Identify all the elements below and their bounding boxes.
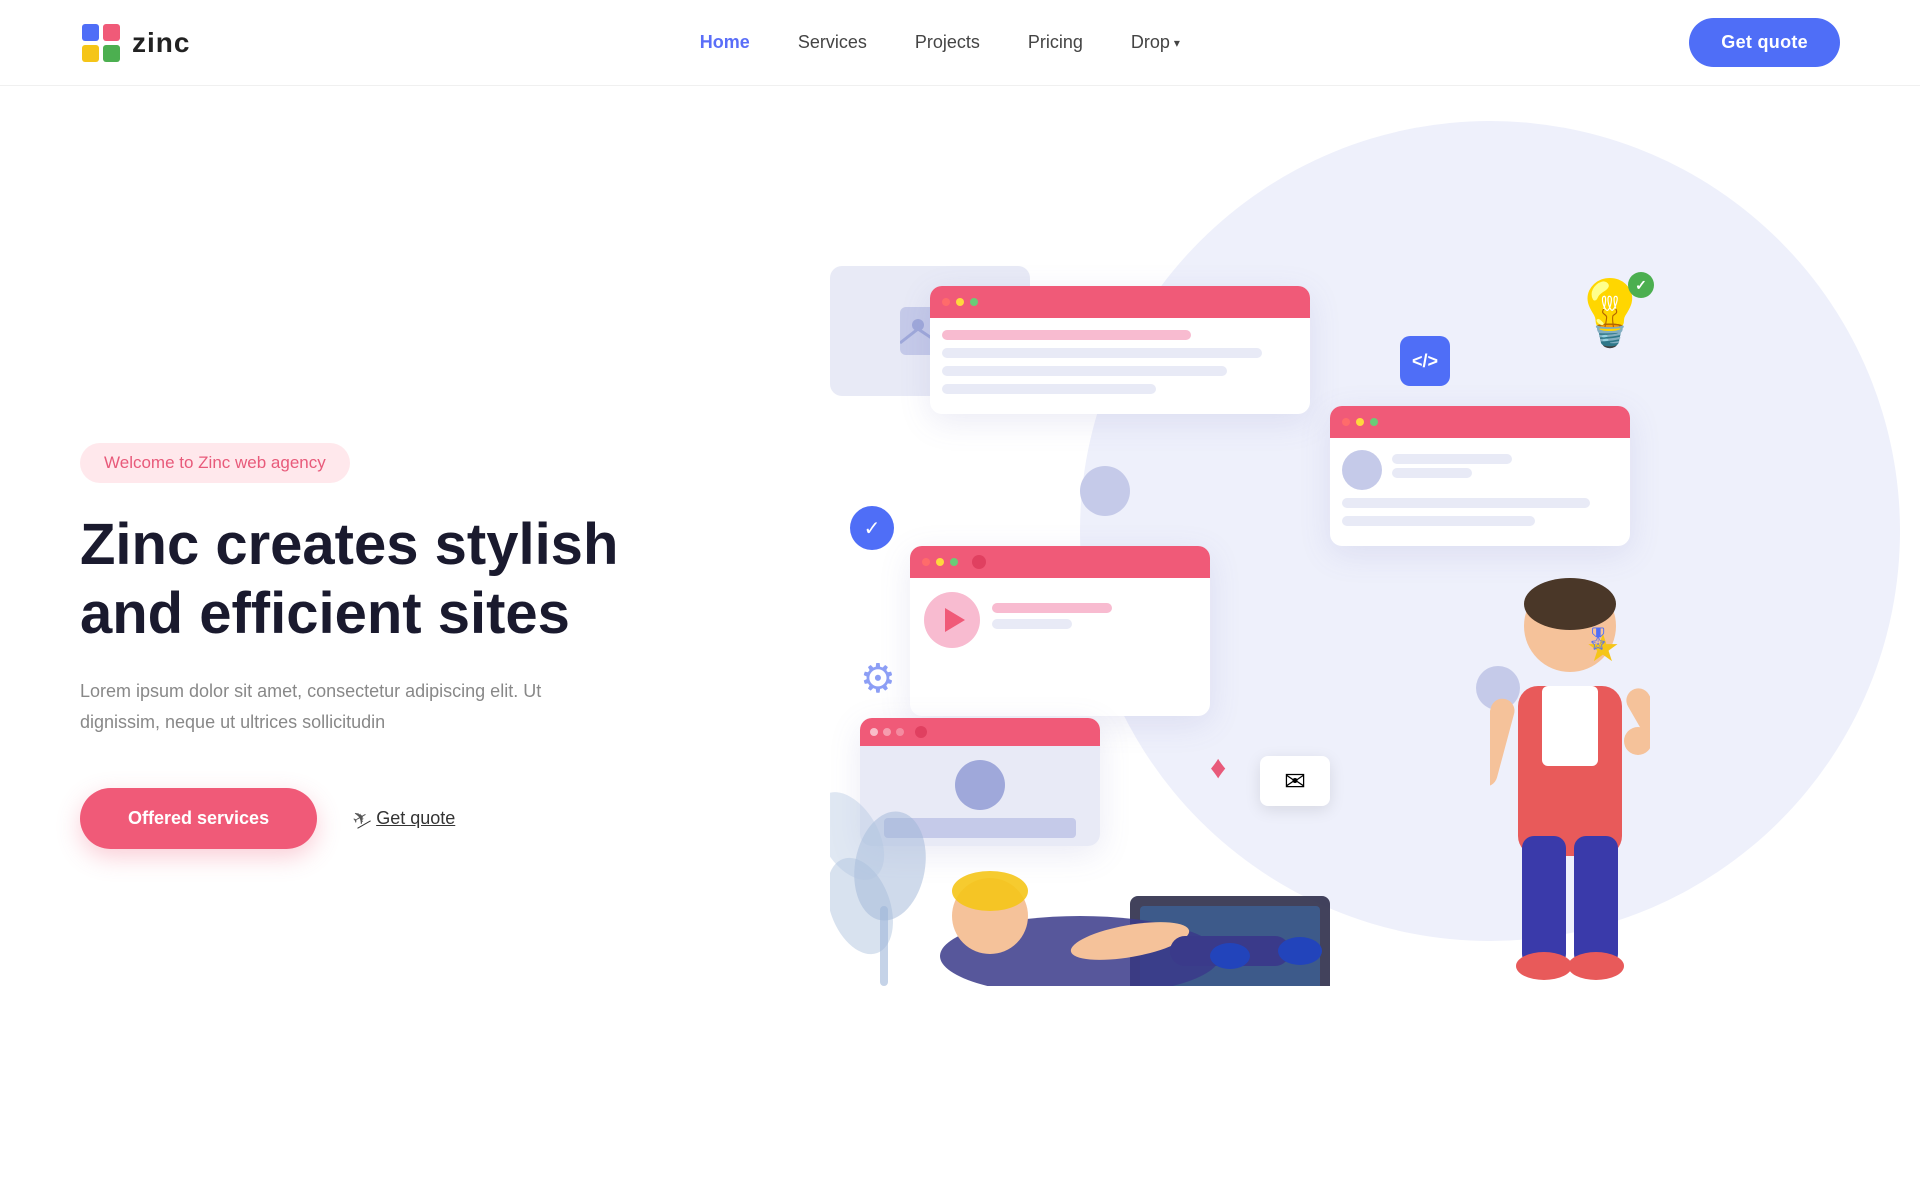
nav-link-pricing[interactable]: Pricing <box>1028 32 1083 52</box>
nav-item-services[interactable]: Services <box>798 32 867 53</box>
nav-link-projects[interactable]: Projects <box>915 32 980 52</box>
nav-link-services[interactable]: Services <box>798 32 867 52</box>
browser-card-secondary <box>1330 406 1630 546</box>
nav-item-projects[interactable]: Projects <box>915 32 980 53</box>
illustration: ✓ </> ⚙ ★ 🎖 ♦ 💡 ✓ ✉ <box>830 266 1650 986</box>
hero-left: Welcome to Zinc web agency Zinc creates … <box>80 403 640 848</box>
logo[interactable]: zinc <box>80 22 190 64</box>
get-quote-nav-button[interactable]: Get quote <box>1689 18 1840 67</box>
hero-right: ✓ </> ⚙ ★ 🎖 ♦ 💡 ✓ ✉ <box>640 201 1840 1051</box>
browser-card-video <box>910 546 1210 716</box>
award-icon: 🎖 <box>1584 626 1612 652</box>
bulb-check-icon: ✓ <box>1628 272 1654 298</box>
chevron-down-icon: ▾ <box>1174 36 1180 50</box>
offered-services-button[interactable]: Offered services <box>80 788 317 849</box>
hero-title-line2: and efficient sites <box>80 581 570 646</box>
nav-link-drop: Drop <box>1131 32 1170 53</box>
blue-check-badge: ✓ <box>850 506 894 550</box>
logo-icon <box>80 22 122 64</box>
email-float: ✉ <box>1260 756 1330 806</box>
browser-card-main <box>930 286 1310 414</box>
bulb-container: 💡 ✓ <box>1570 276 1650 351</box>
person-standing-illustration <box>1490 566 1650 986</box>
hero-title: Zinc creates stylish and efficient sites <box>80 511 640 648</box>
logo-text: zinc <box>132 27 190 59</box>
send-icon: ✈ <box>349 805 373 831</box>
nav-item-drop[interactable]: Drop ▾ <box>1131 32 1180 53</box>
avatar-circle-1 <box>1080 466 1130 516</box>
nav-links: Home Services Projects Pricing Drop ▾ <box>700 32 1180 53</box>
nav-item-pricing[interactable]: Pricing <box>1028 32 1083 53</box>
hero-actions: Offered services ✈ Get quote <box>80 788 640 849</box>
hero-badge: Welcome to Zinc web agency <box>80 443 350 483</box>
hero-title-line1: Zinc creates stylish <box>80 512 618 577</box>
nav-link-home[interactable]: Home <box>700 32 750 52</box>
get-quote-link-label: Get quote <box>376 808 455 829</box>
gear-icon: ⚙ <box>860 656 896 702</box>
nav-item-home[interactable]: Home <box>700 32 750 53</box>
hero-section: Welcome to Zinc web agency Zinc creates … <box>0 86 1920 1086</box>
hero-description: Lorem ipsum dolor sit amet, consectetur … <box>80 676 560 737</box>
diamond-icon: ♦ <box>1210 749 1226 786</box>
get-quote-link[interactable]: ✈ Get quote <box>353 808 455 829</box>
navbar: zinc Home Services Projects Pricing Drop… <box>0 0 1920 86</box>
code-badge: </> <box>1400 336 1450 386</box>
